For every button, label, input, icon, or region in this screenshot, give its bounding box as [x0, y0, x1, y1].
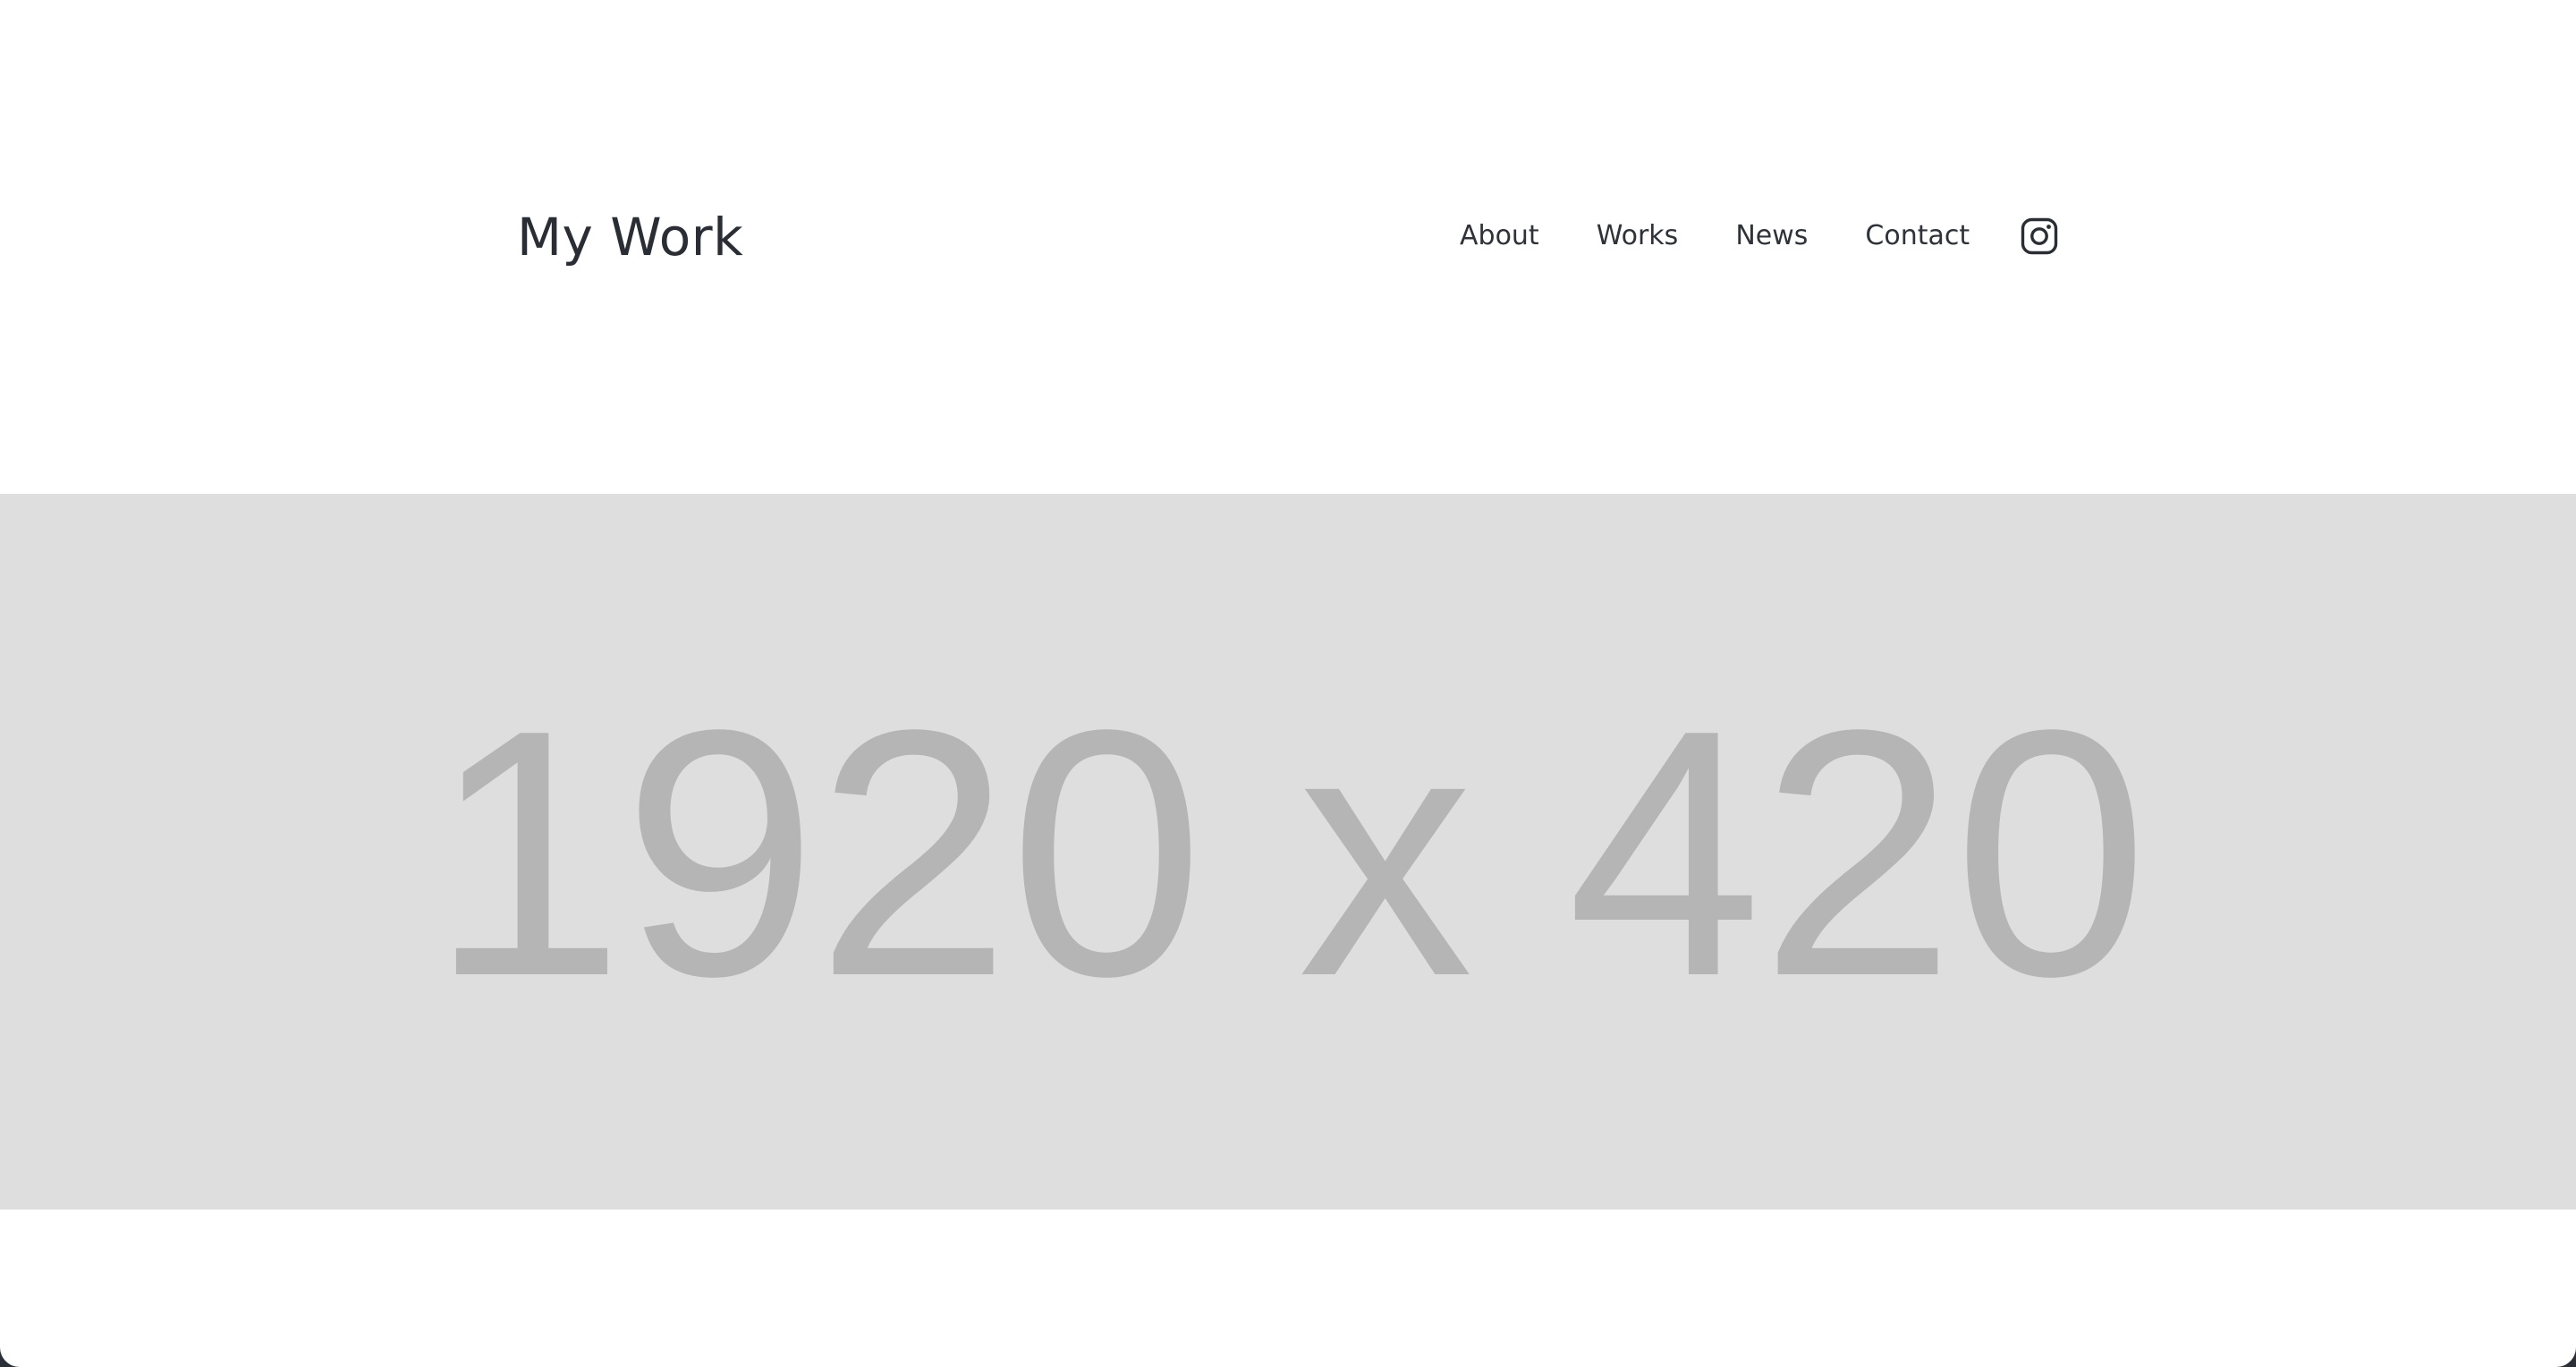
- nav-item-news[interactable]: News: [1735, 211, 1808, 261]
- hero-placeholder-text: 1920 x 420: [429, 657, 2148, 1049]
- nav-item-contact[interactable]: Contact: [1865, 211, 1970, 261]
- main-nav: About Works News Contact: [1460, 211, 1970, 261]
- nav-item-works[interactable]: Works: [1597, 211, 1679, 261]
- hero-image-placeholder: 1920 x 420: [0, 494, 2576, 1210]
- site-title[interactable]: My Work: [517, 200, 743, 274]
- page: My Work About Works News Contact 1920 x …: [0, 0, 2576, 1367]
- instagram-icon[interactable]: [2021, 217, 2058, 255]
- nav-item-about[interactable]: About: [1460, 211, 1539, 261]
- site-header: My Work About Works News Contact: [0, 0, 2576, 494]
